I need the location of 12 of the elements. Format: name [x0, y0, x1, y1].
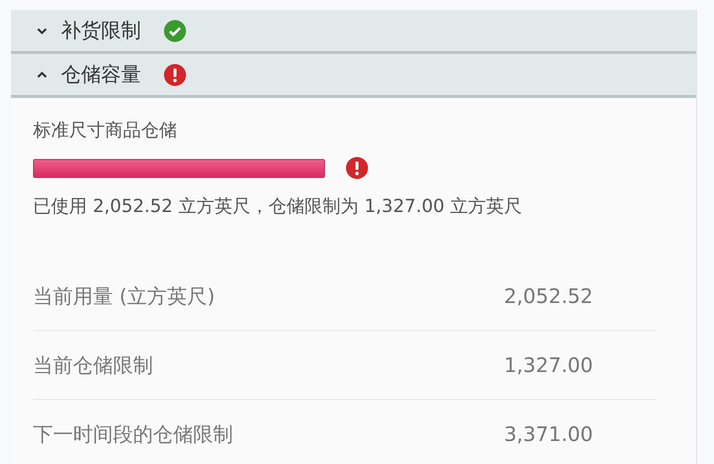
usage-summary: 已使用 2,052.52 立方英尺，仓储限制为 1,327.00 立方英尺 — [33, 195, 524, 218]
row-label: 当前仓储限制 — [33, 352, 154, 378]
storage-title: 标准尺寸商品仓储 — [33, 119, 178, 142]
section-title: 仓储容量 — [61, 61, 141, 88]
row-label: 下一时间段的仓储限制 — [33, 420, 234, 448]
row-value: 1,327.00 — [502, 353, 593, 377]
row-value: 3,371.00 — [502, 422, 593, 446]
section-title: 补货限制 — [61, 17, 141, 44]
section-header[interactable]: 仓储容量 — [11, 54, 696, 98]
section-header[interactable]: 补货限制 — [11, 10, 696, 54]
row-label: 当前用量 (立方英尺) — [33, 282, 216, 310]
row-value: 2,052.52 — [502, 284, 593, 308]
